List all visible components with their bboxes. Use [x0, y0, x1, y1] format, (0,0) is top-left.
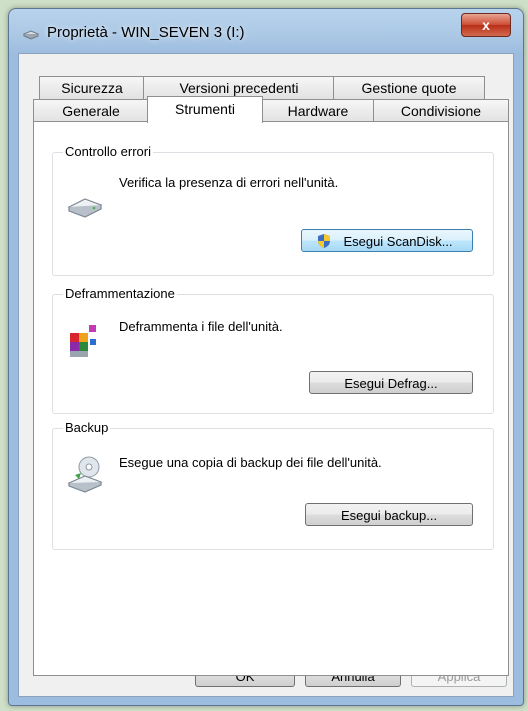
run-backup-button[interactable]: Esegui backup...: [305, 503, 473, 526]
defrag-icon: [70, 325, 96, 357]
properties-window: Proprietà - WIN_SEVEN 3 (I:) x Sicurezza…: [8, 8, 524, 706]
tab-sicurezza[interactable]: Sicurezza: [39, 76, 145, 99]
error-check-group: Controllo errori Verifica la presenza di…: [52, 144, 494, 276]
backup-description: Esegue una copia di backup dei file dell…: [119, 455, 382, 470]
defrag-group: Deframmentazione Deframmenta i file dell…: [52, 286, 494, 414]
title-bar[interactable]: Proprietà - WIN_SEVEN 3 (I:) x: [9, 9, 523, 53]
run-defrag-button[interactable]: Esegui Defrag...: [309, 371, 473, 394]
error-check-description: Verifica la presenza di errori nell'unit…: [119, 175, 339, 190]
defrag-description: Deframmenta i file dell'unità.: [119, 319, 283, 334]
disk-check-icon: [67, 198, 103, 218]
tab-gestione-quote[interactable]: Gestione quote: [333, 76, 485, 99]
tools-tab-panel: Controllo errori Verifica la presenza di…: [33, 121, 509, 676]
backup-group: Backup Esegue una copia di backup dei fi…: [52, 420, 494, 550]
run-scandisk-button[interactable]: Esegui ScanDisk...: [301, 229, 473, 252]
backup-icon: [67, 456, 103, 493]
window-title: Proprietà - WIN_SEVEN 3 (I:): [47, 24, 245, 41]
tab-generale[interactable]: Generale: [33, 99, 149, 122]
tab-strumenti[interactable]: Strumenti: [147, 96, 263, 123]
error-check-title: Controllo errori: [63, 144, 153, 159]
run-scandisk-label: Esegui ScanDisk...: [343, 234, 453, 249]
backup-title: Backup: [63, 420, 111, 435]
defrag-title: Deframmentazione: [63, 286, 177, 301]
close-button[interactable]: x: [461, 13, 511, 37]
tab-hardware[interactable]: Hardware: [261, 99, 375, 122]
dialog-client: Sicurezza Versioni precedenti Gestione q…: [18, 53, 514, 697]
tab-condivisione[interactable]: Condivisione: [373, 99, 509, 122]
uac-shield-icon: [318, 234, 330, 248]
drive-properties-icon: [23, 30, 39, 40]
